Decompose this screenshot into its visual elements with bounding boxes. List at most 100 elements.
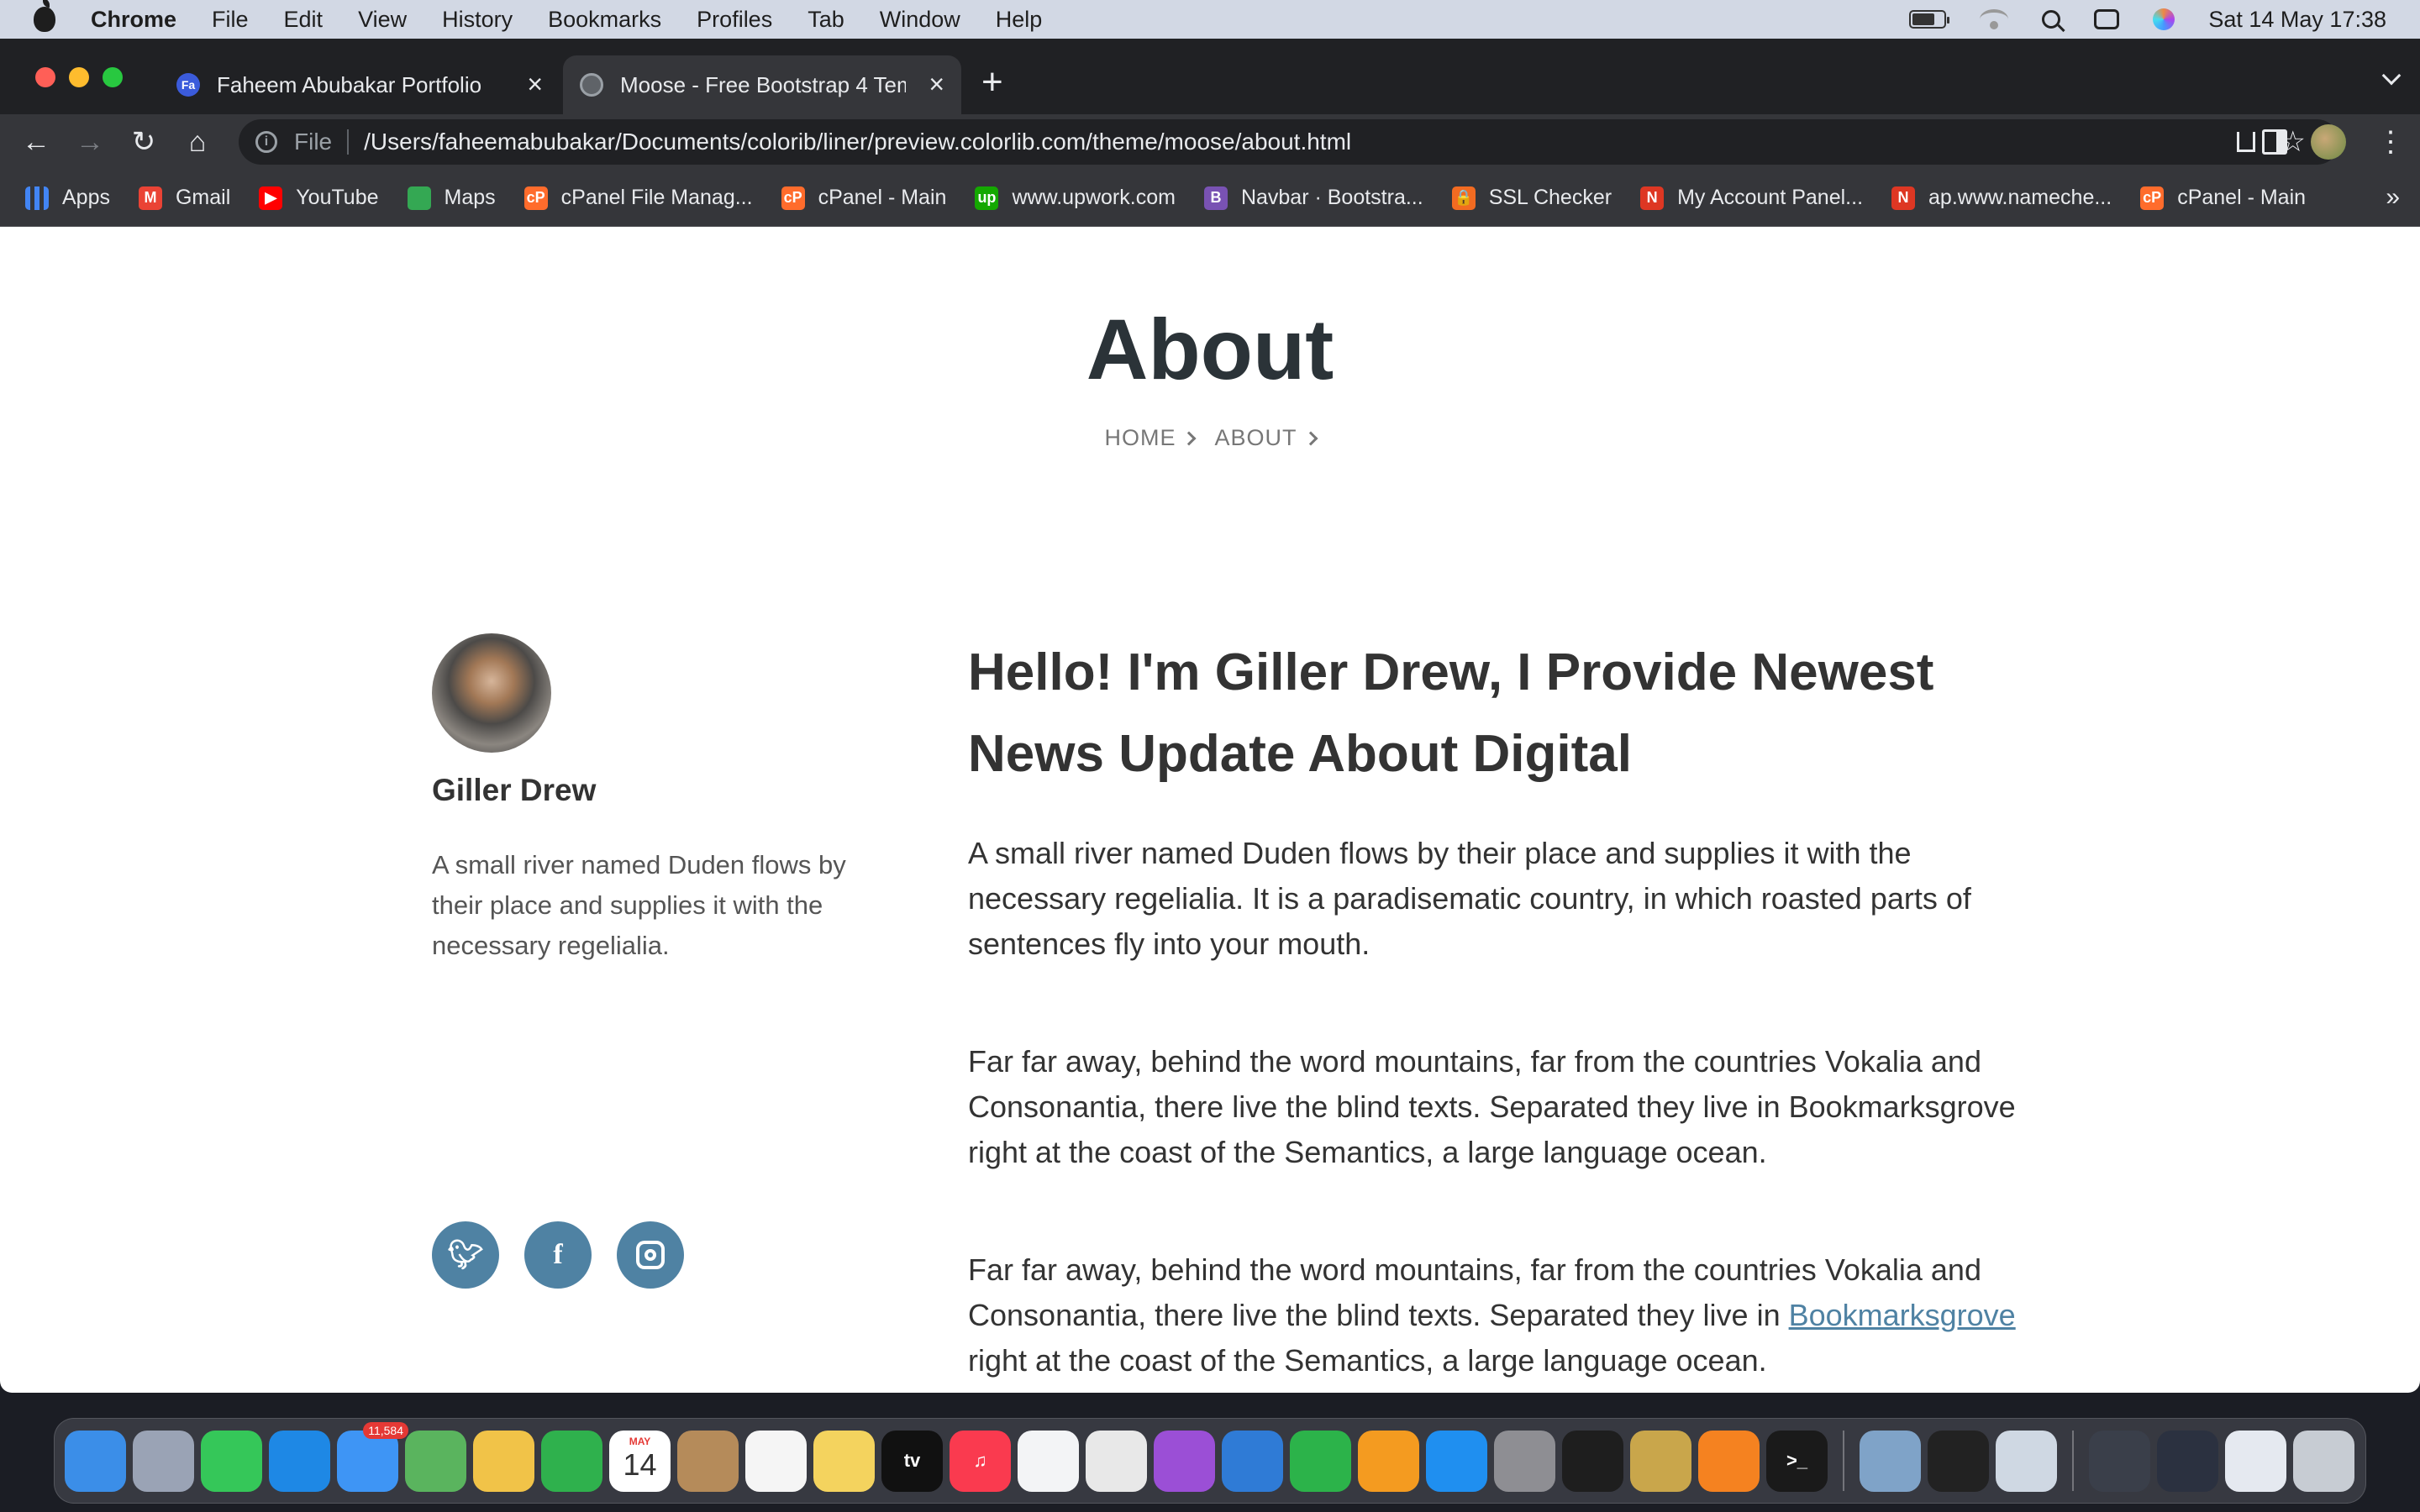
bookmark-label: Apps [62,186,110,209]
launchpad-icon[interactable] [133,1430,194,1492]
contacts-icon[interactable] [677,1430,739,1492]
minimized-window-3[interactable] [2225,1430,2286,1492]
home-icon[interactable]: ⌂ [182,126,213,158]
twitter-button[interactable]: 🐦︎ [432,1221,499,1289]
site-info-icon[interactable]: i [255,131,277,153]
tab-search-chevron-icon[interactable] [2381,66,2402,86]
menu-history[interactable]: History [442,7,513,33]
spotlight-search-icon[interactable] [2042,10,2061,29]
chrome-menu-icon[interactable]: ⋮ [2376,128,2405,156]
facetime-icon[interactable] [541,1430,602,1492]
app-store-icon[interactable] [1426,1430,1487,1492]
terminal-icon[interactable]: >_ [1766,1430,1828,1492]
menu-bookmarks[interactable]: Bookmarks [548,7,661,33]
zoom-window-button[interactable] [103,67,123,87]
notes-icon[interactable] [813,1430,875,1492]
bookmark-item[interactable]: 🔒 SSL Checker [1451,186,1612,210]
bookmark-item[interactable]: Nap.www.nameche... [1891,186,2112,210]
system-preferences-icon[interactable] [1494,1430,1555,1492]
quicktime-icon[interactable] [1996,1430,2057,1492]
menu-profiles[interactable]: Profiles [697,7,772,33]
side-panel-icon[interactable] [2262,129,2287,155]
dock-separator [2072,1431,2074,1491]
bookmark-item[interactable]: N My Account Panel... [1640,186,1863,210]
forward-arrow-icon[interactable]: → [74,126,106,158]
finder-icon[interactable] [65,1430,126,1492]
bookmark-item[interactable]: M Gmail [138,186,230,210]
url-input[interactable]: /Users/faheemabubakar/Documents/colorib/… [364,129,1351,155]
bookmark-item[interactable]: Apps [25,186,110,210]
mail-icon[interactable]: 11,584 [337,1421,408,1492]
figma-icon[interactable] [1562,1430,1623,1492]
close-tab-icon[interactable]: × [527,71,543,97]
breadcrumb-home[interactable]: HOME [1104,425,1197,451]
address-bar[interactable]: i File /Users/faheemabubakar/Documents/c… [239,119,2339,165]
podcasts-icon[interactable] [1154,1430,1215,1492]
unread-badge: 11,584 [363,1421,408,1439]
breadcrumb: HOME ABOUT [0,425,2420,451]
calendar-icon[interactable]: MAY 14 [609,1430,671,1492]
app-menu-chrome[interactable]: Chrome [91,7,176,33]
messages-icon[interactable] [201,1430,262,1492]
bookmarksgrove-link[interactable]: Bookmarksgrove [1789,1298,2016,1332]
share-icon[interactable] [2236,132,2255,152]
url-separator [347,129,350,155]
reload-icon[interactable]: ↻ [128,126,160,158]
bookmark-item[interactable]: cP cPanel - Main [2140,186,2306,210]
minimize-window-button[interactable] [69,67,89,87]
music-icon[interactable]: ♫ [950,1430,1011,1492]
safari-icon[interactable] [269,1430,330,1492]
close-tab-icon[interactable]: × [929,71,944,97]
reminders-icon[interactable] [745,1430,807,1492]
bookmark-item[interactable]: Maps [407,186,496,210]
pages-icon[interactable] [1358,1430,1419,1492]
profile-avatar[interactable] [2311,124,2346,160]
activity-monitor-icon[interactable] [1928,1430,1989,1492]
macos-menu-bar: Chrome File Edit View History Bookmarks … [0,0,2420,39]
menu-file[interactable]: File [212,7,249,33]
menu-tab[interactable]: Tab [808,7,844,33]
bookmark-item[interactable]: ▶ YouTube [259,186,379,210]
tab-moose-active[interactable]: Moose - Free Bootstrap 4 Temp × [563,55,961,114]
trash-icon[interactable] [2293,1430,2354,1492]
bootstrap-icon: B [1203,186,1228,210]
upwork-icon: up [975,186,999,210]
bookmark-item[interactable]: up www.upwork.com [975,186,1176,210]
instagram-button[interactable] [617,1221,684,1289]
menu-edit[interactable]: Edit [284,7,324,33]
bookmark-item[interactable]: cP cPanel - Main [781,186,946,210]
bookmark-item[interactable]: B Navbar · Bootstra... [1203,186,1423,210]
close-window-button[interactable] [35,67,55,87]
control-center-icon[interactable] [2094,9,2120,29]
tab-portfolio[interactable]: Fa Faheem Abubakar Portfolio × [160,55,560,114]
vscode-icon[interactable] [1018,1430,1079,1492]
gmail-icon: M [138,186,162,210]
archive-utility-icon[interactable] [1630,1430,1691,1492]
keynote-icon[interactable] [1222,1430,1283,1492]
wifi-icon[interactable] [1980,9,2009,29]
menu-window[interactable]: Window [880,7,960,33]
chrome-icon[interactable] [1086,1430,1147,1492]
menu-clock[interactable]: Sat 14 May 17:38 [2208,7,2386,33]
bookmark-item[interactable]: cP cPanel File Manag... [523,186,753,210]
photos-icon[interactable] [473,1430,534,1492]
bookmarks-overflow-icon[interactable]: » [2386,183,2400,212]
maps-icon[interactable] [405,1430,466,1492]
preview-icon[interactable] [1860,1430,1921,1492]
vlc-icon[interactable] [1698,1430,1760,1492]
back-arrow-icon[interactable]: ← [20,126,52,158]
web-page: About HOME ABOUT Giller Drew A small riv… [0,227,2420,1393]
facebook-button[interactable]: f [524,1221,592,1289]
menu-view[interactable]: View [358,7,407,33]
apple-menu-icon[interactable] [34,0,55,32]
new-tab-plus-icon[interactable]: + [981,64,1003,101]
menu-help[interactable]: Help [996,7,1043,33]
apple-tv-icon[interactable]: tv [881,1430,943,1492]
numbers-icon[interactable] [1290,1430,1351,1492]
bookmark-label: Navbar · Bootstra... [1240,186,1423,209]
siri-icon[interactable] [2153,8,2175,30]
battery-icon[interactable] [1909,10,1950,29]
minimized-window-2[interactable] [2157,1430,2218,1492]
minimized-window-1[interactable] [2089,1430,2150,1492]
breadcrumb-home-label[interactable]: HOME [1104,425,1176,451]
